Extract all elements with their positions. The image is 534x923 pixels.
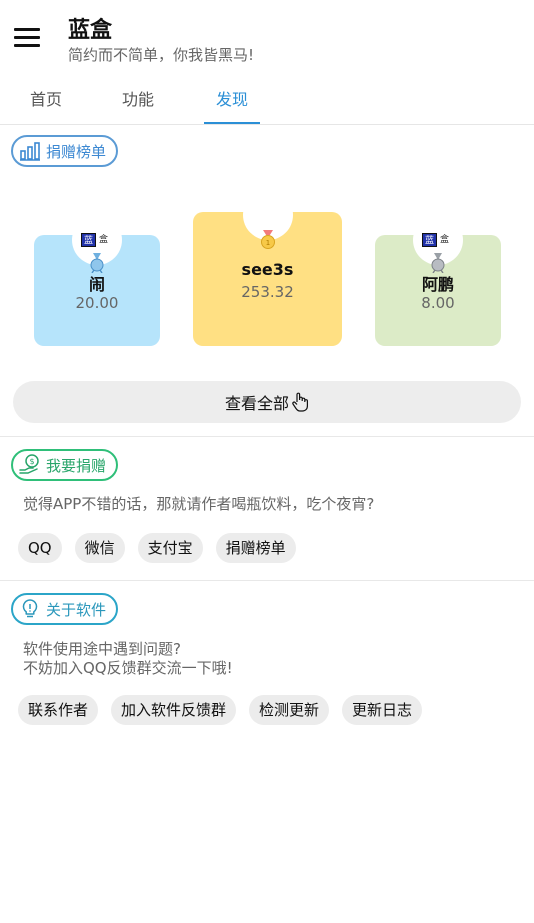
donor-name: 闹 [88,275,105,294]
donate-qq-button[interactable]: QQ [18,533,62,563]
donor-amount: 8.00 [421,294,455,312]
join-feedback-group-button[interactable]: 加入软件反馈群 [111,695,237,725]
contact-author-button[interactable]: 联系作者 [18,695,99,725]
blue-box-logo-icon: 蓝盒 [81,233,113,247]
about-options: 联系作者 加入软件反馈群 检测更新 更新日志 [18,695,435,725]
donor-amount: 20.00 [75,294,119,312]
about-description-line2: 不妨加入QQ反馈群交流一下哦! [23,659,233,677]
donor-card-first[interactable]: 1 see3s 253.32 [193,190,342,346]
donor-amount: 253.32 [241,283,294,301]
changelog-button[interactable]: 更新日志 [342,695,423,725]
check-update-button[interactable]: 检测更新 [249,695,330,725]
view-all-label: 查看全部 [224,394,289,413]
app-title: 蓝盒 [68,18,113,43]
svg-text:1: 1 [265,239,269,247]
app-header: 蓝盒 简约而不简单，你我皆黑马! [0,0,534,80]
lightbulb-icon [22,599,38,618]
donation-ranking-title: 捐赠榜单 [11,135,119,167]
bronze-medal-icon [431,253,445,273]
about-description-line1: 软件使用途中遇到问题? [23,640,181,658]
about-description: 软件使用途中遇到问题? 不妨加入QQ反馈群交流一下哦! [23,640,233,678]
donor-card-second[interactable]: 蓝盒 闹 20.00 [34,215,160,346]
about-title: 关于软件 [11,593,119,625]
about-title-text: 关于软件 [46,600,107,619]
silver-medal-icon [90,253,104,273]
donate-options: QQ 微信 支付宝 捐赠榜单 [18,533,309,563]
donate-title-text: 我要捐赠 [46,456,107,475]
donate-description: 觉得APP不错的话，那就请作者喝瓶饮料，吃个夜宵? [23,495,375,513]
tab-bar: 首页 功能 发现 [0,80,534,125]
section-divider [0,436,534,437]
donation-ranking-title-text: 捐赠榜单 [46,142,107,161]
pointer-hand-icon [292,392,308,412]
section-divider [0,580,534,581]
blue-box-logo-icon: 蓝盒 [422,233,454,247]
donor-name: 阿鹏 [421,275,454,294]
donation-ranking-button[interactable]: 捐赠榜单 [215,533,296,563]
view-all-button[interactable]: 查看全部 [13,381,521,423]
tab-features[interactable]: 功能 [106,80,170,124]
menu-icon[interactable] [14,28,40,48]
svg-text:$: $ [29,457,34,466]
donate-wechat-button[interactable]: 微信 [74,533,125,563]
tab-home[interactable]: 首页 [14,80,78,124]
tab-discover[interactable]: 发现 [204,80,260,124]
app-subtitle: 简约而不简单，你我皆黑马! [68,46,255,64]
donor-card-third[interactable]: 蓝盒 阿鹏 8.00 [375,215,501,346]
donate-title: $ 我要捐赠 [11,449,119,481]
gold-medal-icon: 1 [260,230,275,249]
bar-chart-icon [20,142,40,161]
money-hand-icon: $ [19,454,39,474]
donate-alipay-button[interactable]: 支付宝 [137,533,203,563]
donor-name: see3s [241,260,294,279]
